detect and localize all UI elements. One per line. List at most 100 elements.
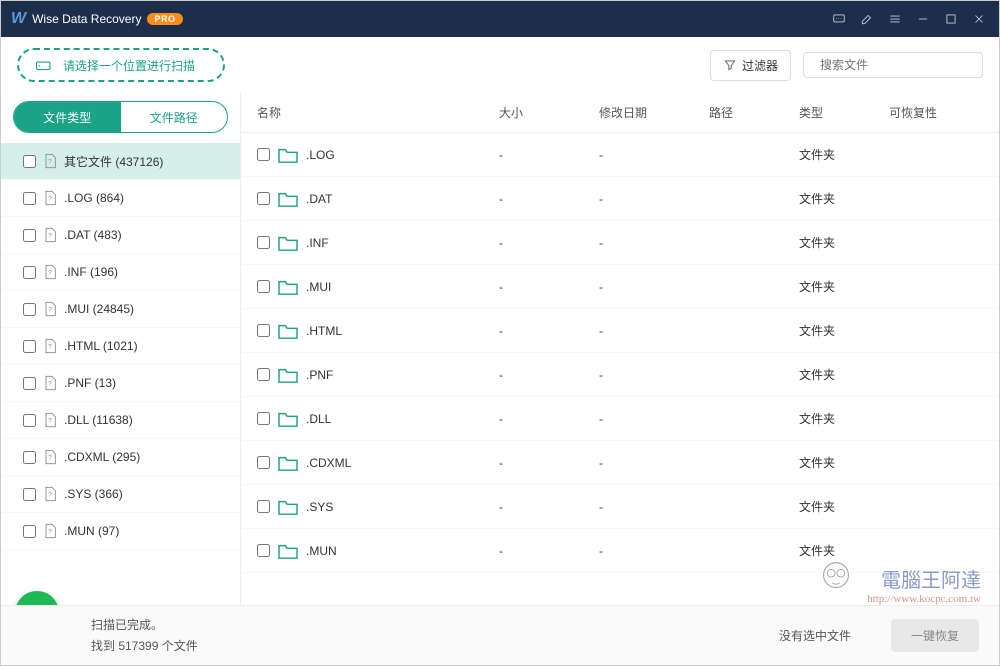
table-row[interactable]: .LOG--文件夹 (241, 133, 999, 177)
sidebar-item[interactable]: ?.SYS (366) (1, 476, 240, 513)
row-checkbox[interactable] (257, 324, 270, 337)
row-size: - (499, 456, 599, 470)
row-type: 文件夹 (799, 234, 889, 251)
table-row[interactable]: .MUN--文件夹 (241, 529, 999, 573)
row-checkbox[interactable] (257, 456, 270, 469)
sidebar-item[interactable]: ?其它文件 (437126) (1, 143, 240, 180)
col-header-size[interactable]: 大小 (499, 104, 599, 121)
status-line1: 扫描已完成。 (91, 615, 198, 635)
row-size: - (499, 280, 599, 294)
sidebar-item-checkbox[interactable] (23, 488, 36, 501)
table-row[interactable]: .SYS--文件夹 (241, 485, 999, 529)
row-date: - (599, 500, 709, 514)
svg-text:?: ? (48, 381, 52, 388)
sidebar-item[interactable]: ? .MUN (97) (1, 513, 240, 550)
filter-button[interactable]: 过滤器 (710, 50, 791, 81)
row-checkbox[interactable] (257, 500, 270, 513)
sidebar-item-checkbox[interactable] (23, 525, 36, 538)
col-header-path[interactable]: 路径 (709, 104, 799, 121)
recover-button[interactable]: 一键恢复 (891, 619, 979, 652)
sidebar-item[interactable]: ?.HTML (1021) (1, 328, 240, 365)
sidebar-item-checkbox[interactable] (23, 414, 36, 427)
sidebar-item[interactable]: ?.LOG (864) (1, 180, 240, 217)
app-title: Wise Data Recovery (32, 12, 141, 26)
sidebar-item-label: .MUI (24845) (64, 302, 134, 316)
table-body[interactable]: .LOG--文件夹.DAT--文件夹.INF--文件夹.MUI--文件夹.HTM… (241, 133, 999, 605)
sidebar-item-label: .DLL (11638) (64, 413, 133, 427)
sidebar-item[interactable]: ?.DAT (483) (1, 217, 240, 254)
table-row[interactable]: .MUI--文件夹 (241, 265, 999, 309)
sidebar-item[interactable]: ?.DLL (11638) (1, 402, 240, 439)
sidebar-item-checkbox[interactable] (23, 266, 36, 279)
table-row[interactable]: .HTML--文件夹 (241, 309, 999, 353)
search-box[interactable] (803, 52, 983, 78)
col-header-name[interactable]: 名称 (249, 104, 499, 121)
svg-text:?: ? (48, 455, 52, 462)
sidebar-item-label: .DAT (483) (64, 228, 122, 242)
svg-text:?: ? (48, 196, 52, 203)
sidebar-item[interactable]: ?.MUI (24845) (1, 291, 240, 328)
row-checkbox[interactable] (257, 412, 270, 425)
row-type: 文件夹 (799, 322, 889, 339)
close-button[interactable] (965, 5, 993, 33)
svg-text:?: ? (48, 529, 52, 536)
row-size: - (499, 324, 599, 338)
status-line2: 找到 517399 个文件 (91, 636, 198, 656)
col-header-date[interactable]: 修改日期 (599, 104, 709, 121)
minimize-button[interactable] (909, 5, 937, 33)
row-date: - (599, 148, 709, 162)
folder-icon (277, 410, 299, 428)
tab-file-type[interactable]: 文件类型 (14, 102, 121, 132)
row-checkbox[interactable] (257, 368, 270, 381)
row-size: - (499, 368, 599, 382)
col-header-recoverability[interactable]: 可恢复性 (889, 104, 991, 121)
sidebar-tabs: 文件类型 文件路径 (13, 101, 228, 133)
sidebar-item-checkbox[interactable] (23, 229, 36, 242)
row-date: - (599, 544, 709, 558)
row-name: .MUN (306, 544, 337, 558)
sidebar-item-checkbox[interactable] (23, 377, 36, 390)
row-checkbox[interactable] (257, 236, 270, 249)
selection-info: 没有选中文件 (779, 627, 851, 644)
table-row[interactable]: .INF -- 文件夹 (241, 221, 999, 265)
maximize-button[interactable] (937, 5, 965, 33)
scan-location-selector[interactable]: 请选择一个位置进行扫描 (17, 48, 225, 82)
folder-icon (277, 498, 299, 516)
sidebar-list[interactable]: ?其它文件 (437126)?.LOG (864)?.DAT (483)?.IN… (1, 139, 240, 605)
sidebar-item-checkbox[interactable] (23, 155, 36, 168)
row-checkbox[interactable] (257, 192, 270, 205)
edit-icon[interactable] (853, 5, 881, 33)
sidebar-item-checkbox[interactable] (23, 340, 36, 353)
search-input[interactable] (820, 58, 975, 72)
row-type: 文件夹 (799, 498, 889, 515)
filter-label: 过滤器 (742, 57, 778, 74)
col-header-type[interactable]: 类型 (799, 104, 889, 121)
table-row[interactable]: .DLL--文件夹 (241, 397, 999, 441)
sidebar-item-label: .PNF (13) (64, 376, 116, 390)
sidebar-item-label: .MUN (97) (64, 524, 119, 538)
table-row[interactable]: .PNF--文件夹 (241, 353, 999, 397)
row-name: .SYS (306, 500, 333, 514)
row-checkbox[interactable] (257, 280, 270, 293)
sidebar-item[interactable]: ? .INF (196) (1, 254, 240, 291)
tab-file-path[interactable]: 文件路径 (121, 102, 228, 132)
row-date: - (599, 192, 709, 206)
row-checkbox[interactable] (257, 544, 270, 557)
sidebar-item-checkbox[interactable] (23, 303, 36, 316)
row-date: - (599, 236, 709, 250)
file-icon: ? (42, 263, 58, 281)
table-row[interactable]: .CDXML--文件夹 (241, 441, 999, 485)
row-checkbox[interactable] (257, 148, 270, 161)
feedback-icon[interactable] (825, 5, 853, 33)
sidebar-item-label: .HTML (1021) (64, 339, 138, 353)
sidebar-item-checkbox[interactable] (23, 192, 36, 205)
folder-icon (277, 542, 299, 560)
sidebar-item-label: .INF (196) (64, 265, 118, 279)
table-row[interactable]: .DAT--文件夹 (241, 177, 999, 221)
row-size: - (499, 236, 599, 250)
row-name: .INF (306, 236, 329, 250)
menu-icon[interactable] (881, 5, 909, 33)
sidebar-item-checkbox[interactable] (23, 451, 36, 464)
sidebar-item[interactable]: ? .PNF (13) (1, 365, 240, 402)
sidebar-item[interactable]: ?.CDXML (295) (1, 439, 240, 476)
